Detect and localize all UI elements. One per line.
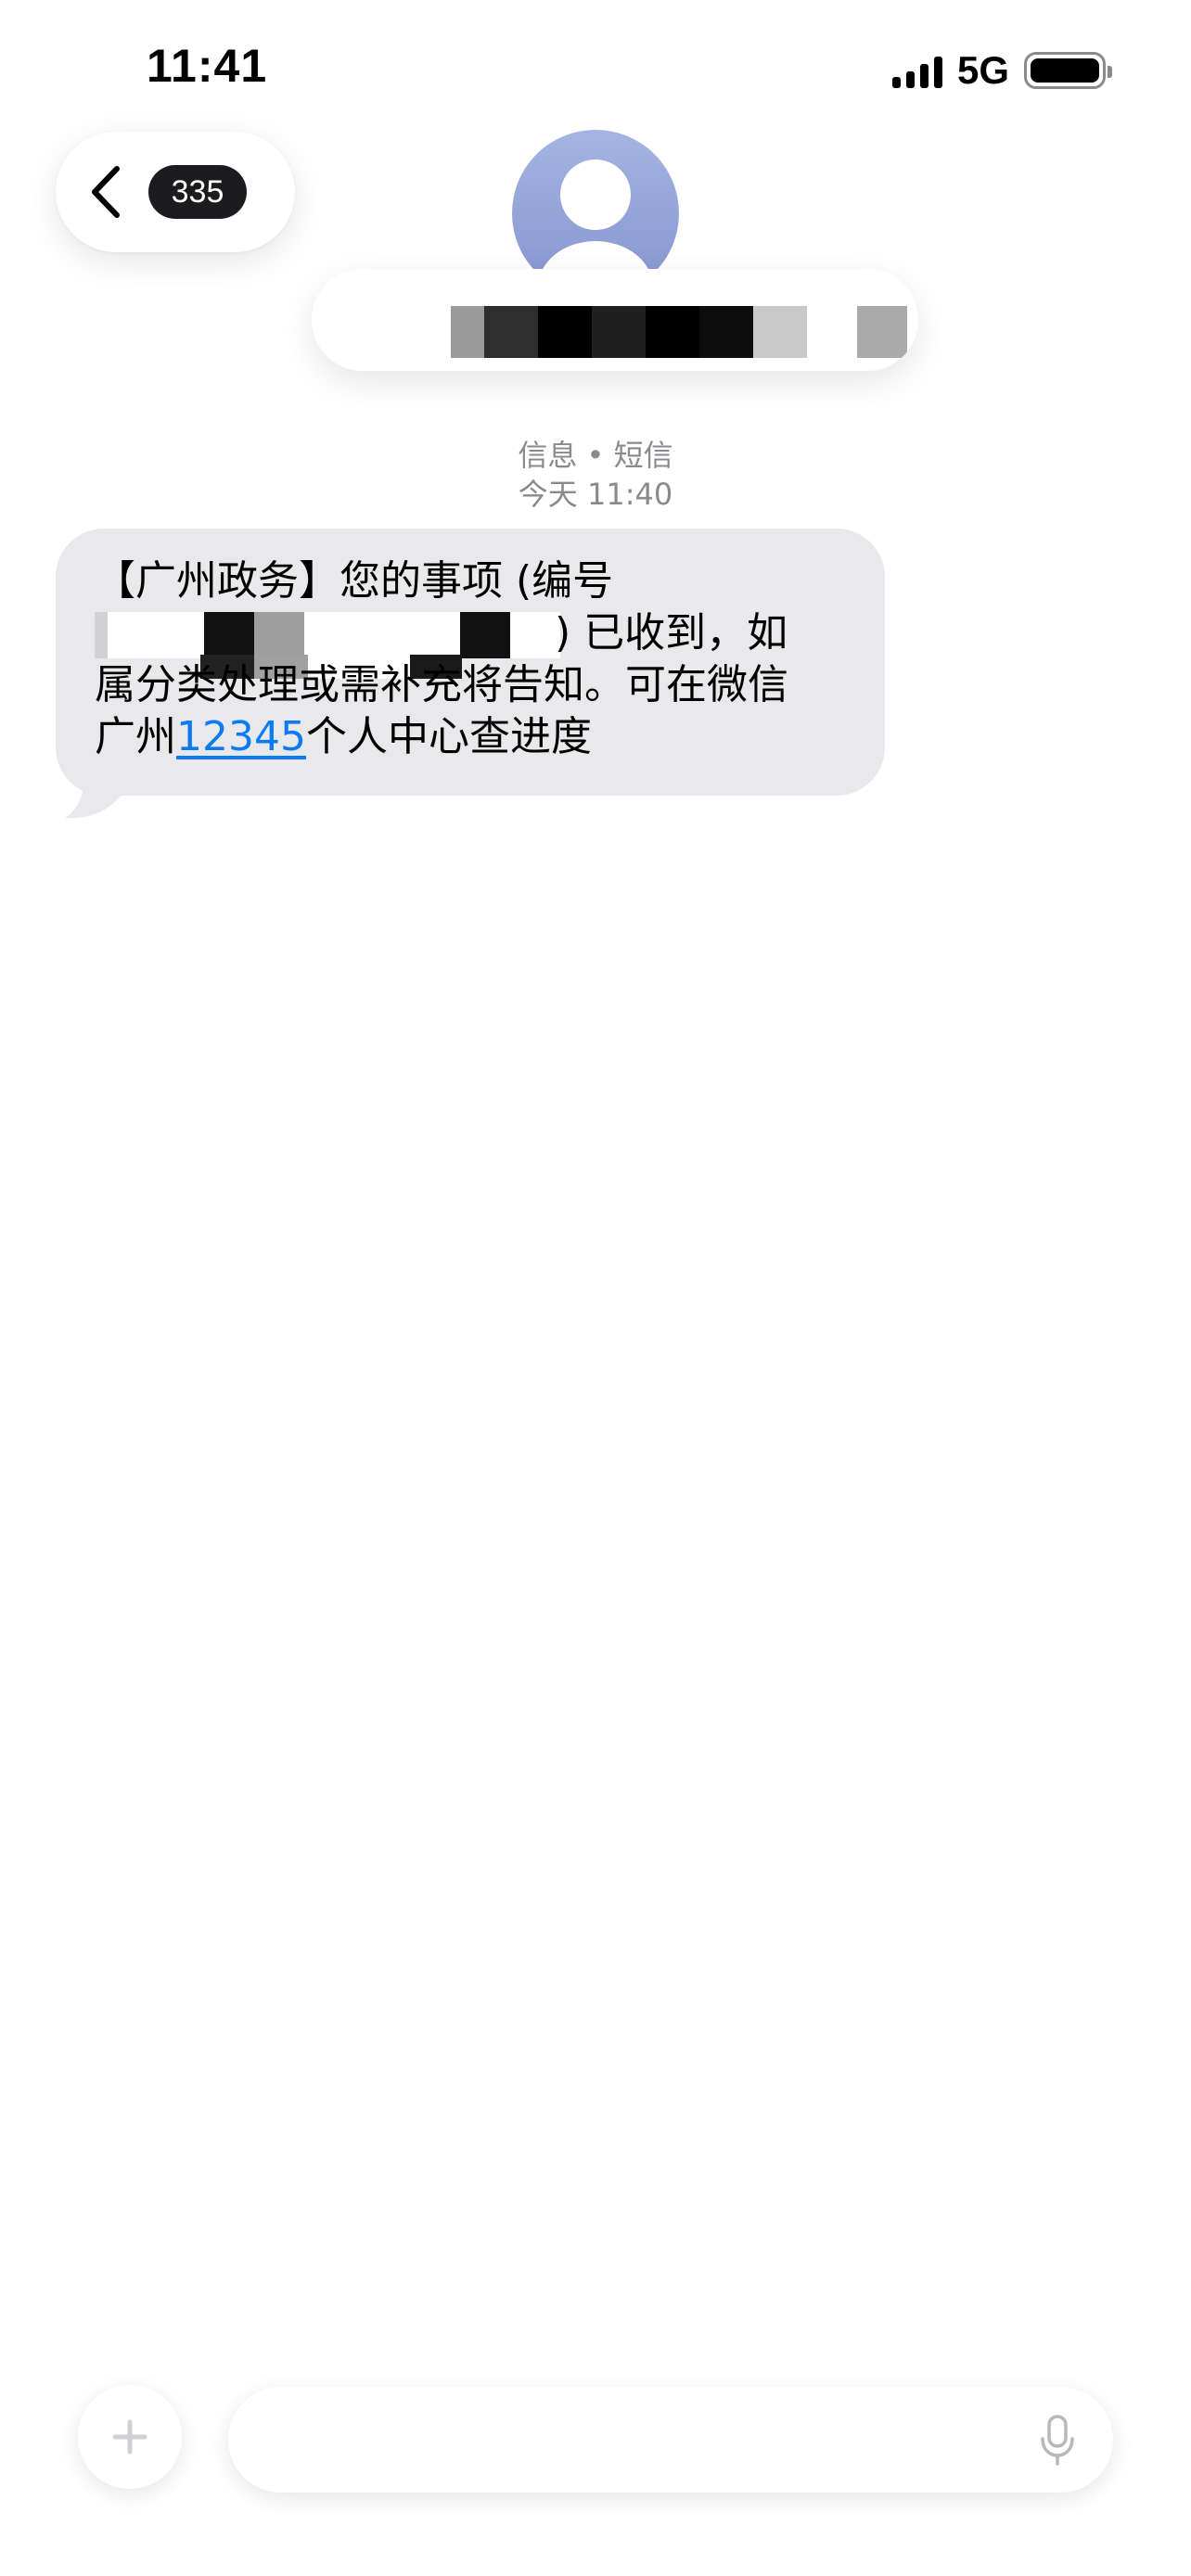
message-line-3: 属分类处理或需补充将告知。可在微信 [95,661,788,708]
messages-screen: 11:41 5G 335 信息 • 短信 今天 11:40 【广州政务】您的事项… [0,0,1191,2576]
plus-icon [112,2419,147,2455]
unread-count-badge: 335 [148,165,247,219]
back-button[interactable]: 335 [56,132,295,252]
status-time: 11:41 [147,40,268,92]
message-line-2: ) 已收到，如 [555,609,788,657]
chevron-left-icon [92,166,120,218]
network-type: 5G [956,48,1009,92]
message-service-label: 信息 • 短信 [518,438,673,473]
message-input[interactable] [228,2387,1113,2493]
contact-name-button[interactable] [312,269,918,371]
message-line-4-prefix: 广州 [95,713,176,760]
message-timestamp: 今天 11:40 [518,477,673,512]
add-attachment-button[interactable] [78,2385,182,2489]
message-line-4: 广州12345个人中心查进度 [95,712,592,762]
microphone-icon[interactable] [1039,2415,1076,2467]
redacted-case-number [95,612,560,658]
contact-name-redacted [451,306,907,358]
battery-icon [1024,52,1112,89]
hotline-link[interactable]: 12345 [176,713,306,760]
signal-icon [891,53,942,88]
bubble-tail [65,766,121,819]
message-line-4-suffix: 个人中心查进度 [305,713,592,760]
status-indicators: 5G [891,48,1112,93]
message-line-1: 【广州政务】您的事项 (编号 [95,557,614,605]
